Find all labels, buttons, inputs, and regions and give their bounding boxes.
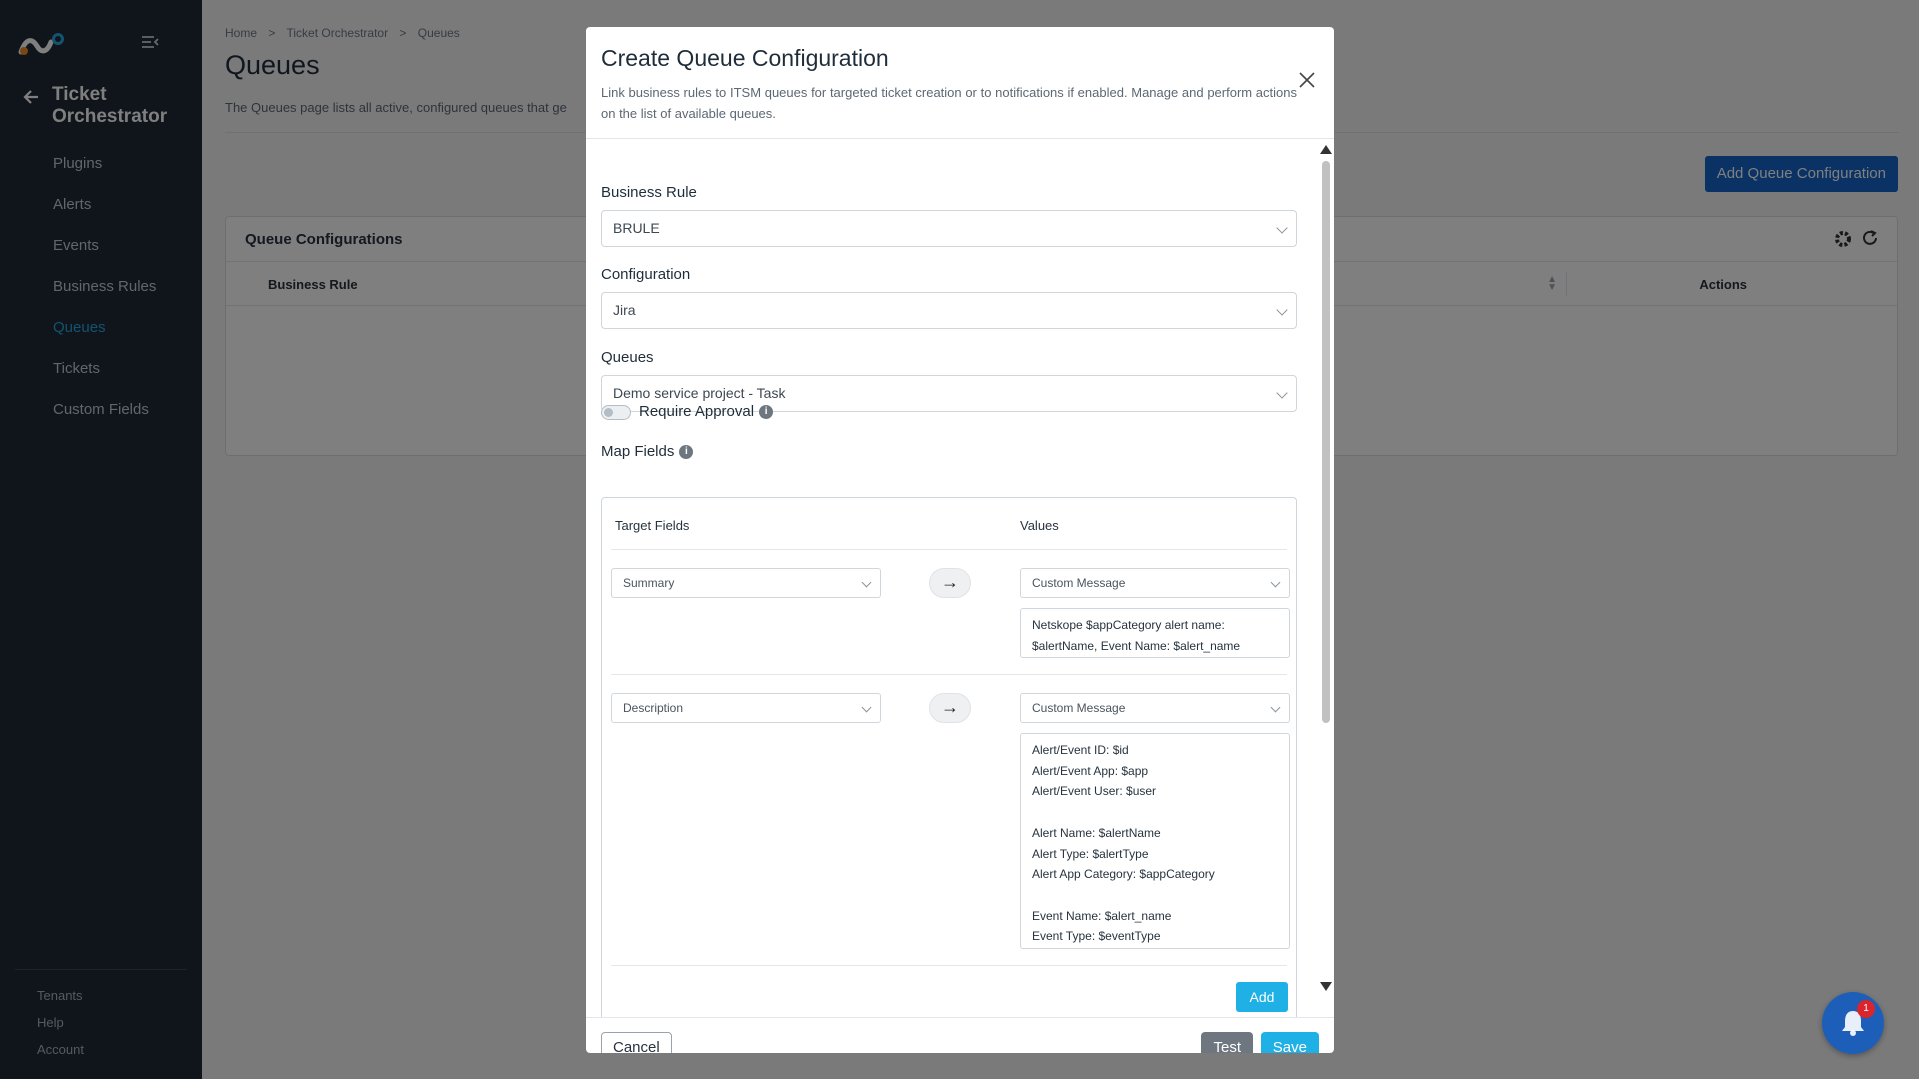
chevron-down-icon (1270, 702, 1281, 713)
require-approval-row: Require Approval i (639, 403, 774, 420)
business-rule-label: Business Rule (601, 184, 697, 201)
modal-title: Create Queue Configuration (601, 45, 889, 71)
chevron-down-icon (861, 577, 872, 588)
custom-message-textarea[interactable]: Netskope $appCategory alert name: $alert… (1020, 608, 1290, 658)
create-queue-configuration-modal: Create Queue Configuration Link business… (586, 27, 1334, 1053)
map-fields-label: Map Fields (601, 443, 675, 460)
value-type-value: Custom Message (1032, 701, 1126, 715)
value-type-select[interactable]: Custom Message (1020, 568, 1290, 598)
modal-description: Link business rules to ITSM queues for t… (601, 85, 1297, 121)
map-fields-divider (611, 549, 1287, 550)
target-fields-header: Target Fields (615, 518, 690, 533)
require-approval-label: Require Approval (639, 403, 755, 420)
chevron-down-icon (1270, 577, 1281, 588)
modal-scrollbar[interactable] (1320, 145, 1332, 991)
values-header: Values (1020, 518, 1059, 533)
configuration-select[interactable]: Jira (601, 292, 1297, 329)
add-mapping-button[interactable]: Add (1236, 982, 1288, 1012)
scroll-thumb[interactable] (1322, 161, 1330, 723)
test-button[interactable]: Test (1201, 1032, 1253, 1053)
value-type-select[interactable]: Custom Message (1020, 693, 1290, 723)
require-approval-toggle[interactable] (601, 405, 631, 420)
info-icon[interactable]: i (679, 445, 694, 460)
target-field-value: Description (623, 701, 684, 715)
configuration-label: Configuration (601, 266, 691, 283)
map-arrow-icon: → (929, 568, 971, 598)
close-icon[interactable] (1298, 71, 1316, 89)
chevron-down-icon (861, 702, 872, 713)
target-field-select[interactable]: Description (611, 693, 881, 723)
configuration-value: Jira (613, 302, 636, 318)
chevron-down-icon (1276, 304, 1288, 316)
target-field-value: Summary (623, 576, 675, 590)
modal-footer: Cancel Test Save (586, 1017, 1334, 1053)
custom-message-textarea[interactable]: Alert/Event ID: $id Alert/Event App: $ap… (1020, 733, 1290, 949)
notification-badge: 1 (1857, 1000, 1875, 1018)
chevron-down-icon (1276, 222, 1288, 234)
map-arrow-icon: → (929, 693, 971, 723)
info-icon[interactable]: i (759, 405, 774, 420)
modal-body: Business Rule BRULE Configuration Jira Q… (586, 139, 1334, 1017)
save-button[interactable]: Save (1260, 1032, 1319, 1053)
scroll-up-arrow-icon[interactable] (1320, 145, 1332, 154)
map-row-divider (611, 674, 1287, 675)
chevron-down-icon (1276, 387, 1288, 399)
queues-value: Demo service project - Task (613, 385, 786, 401)
toggle-knob (604, 408, 613, 417)
cancel-button[interactable]: Cancel (601, 1032, 672, 1053)
business-rule-value: BRULE (613, 220, 660, 236)
target-field-select[interactable]: Summary (611, 568, 881, 598)
map-fields-box: Target Fields Values Summary → Custom Me… (601, 497, 1297, 1017)
map-fields-row: Map Fields i (601, 443, 694, 460)
queues-label: Queues (601, 349, 654, 366)
map-row-divider (611, 965, 1287, 966)
scroll-down-arrow-icon[interactable] (1320, 982, 1332, 991)
notifications-button[interactable]: 1 (1822, 992, 1884, 1054)
business-rule-select[interactable]: BRULE (601, 210, 1297, 247)
value-type-value: Custom Message (1032, 576, 1126, 590)
